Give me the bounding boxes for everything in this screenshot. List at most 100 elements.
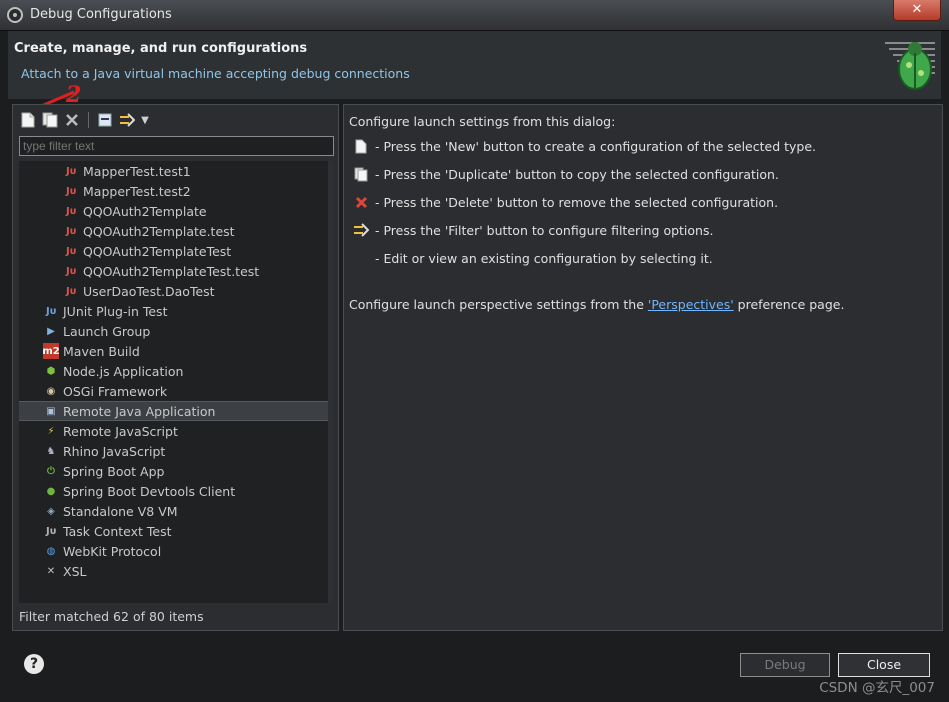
tree-item[interactable]: Jᴜ UserDaoTest.DaoTest: [19, 281, 333, 301]
junit-icon: Jᴜ: [65, 285, 77, 297]
filter-input[interactable]: [19, 136, 334, 156]
help-icon[interactable]: ?: [24, 654, 44, 674]
tree-item[interactable]: ♞ Rhino JavaScript: [19, 441, 333, 461]
duplicate-icon: [42, 112, 58, 128]
filter-icon: [353, 222, 369, 238]
duplicate-icon: [353, 166, 369, 182]
blank-icon-slot: [353, 250, 369, 266]
perspective-suffix: preference page.: [733, 297, 845, 312]
tree-item[interactable]: ◉ OSGi Framework: [19, 381, 333, 401]
duplicate-button[interactable]: [41, 111, 59, 129]
tree-item[interactable]: ⚡ Remote JavaScript: [19, 421, 333, 441]
help-line-new: - Press the 'New' button to create a con…: [353, 136, 816, 156]
debug-button[interactable]: Debug: [740, 653, 830, 677]
watermark: CSDN @玄尺_007: [819, 680, 935, 696]
tree-item[interactable]: Jᴜ MapperTest.test2: [19, 181, 333, 201]
help-line-edit: - Edit or view an existing configuration…: [353, 248, 713, 268]
tree-item-label: Standalone V8 VM: [63, 503, 178, 519]
tree-item-label: Launch Group: [63, 323, 151, 339]
tree-item-label: Rhino JavaScript: [63, 443, 166, 459]
title-bar: Debug Configurations ✕: [0, 0, 949, 31]
help-line-delete: - Press the 'Delete' button to remove th…: [353, 192, 778, 212]
tree-item-label: Remote JavaScript: [63, 423, 178, 439]
dialog-header: Create, manage, and run configurations A…: [8, 31, 941, 99]
tree-item[interactable]: ◍ WebKit Protocol: [19, 541, 333, 561]
tree-item[interactable]: Jᴜ MapperTest.test1: [19, 161, 333, 181]
perspective-settings-text: Configure launch perspective settings fr…: [349, 297, 844, 312]
filter-button[interactable]: [118, 111, 136, 129]
tree-item[interactable]: ✕ XSL: [19, 561, 333, 581]
xsl-icon: ✕: [46, 565, 56, 577]
new-icon: [353, 138, 369, 154]
tree-item[interactable]: Jᴜ JUnit Plug-in Test: [19, 301, 333, 321]
tree-item[interactable]: ⏻ Spring Boot App: [19, 461, 333, 481]
tree-item-label: Task Context Test: [63, 523, 172, 539]
tree-item[interactable]: ▣ Remote Java Application: [19, 401, 328, 421]
v8-icon: ◈: [47, 505, 55, 517]
tree-item-label: WebKit Protocol: [63, 543, 162, 559]
junit-icon: Jᴜ: [65, 165, 77, 177]
help-line-text: - Press the 'Filter' button to configure…: [375, 222, 714, 238]
toolbar-separator: [88, 112, 89, 128]
tree-item-label: Spring Boot Devtools Client: [63, 483, 236, 499]
configuration-help-panel: Configure launch settings from this dial…: [343, 104, 943, 631]
collapse-all-icon: [98, 113, 112, 127]
help-line-text: - Press the 'Duplicate' button to copy t…: [375, 166, 779, 182]
tree-item[interactable]: Jᴜ Task Context Test: [19, 521, 333, 541]
spring-boot-icon: ⏻: [47, 465, 55, 477]
delete-button[interactable]: [63, 111, 81, 129]
tree-item-label: MapperTest.test2: [83, 183, 191, 199]
tree-item[interactable]: Jᴜ QQOAuth2Template.test: [19, 221, 333, 241]
launch-group-icon: ▶: [47, 325, 55, 337]
nodejs-icon: ⬢: [46, 365, 56, 377]
tree-item-label: UserDaoTest.DaoTest: [83, 283, 215, 299]
configuration-list-panel: ▼ JᴜMapperTest.test1JᴜMapperTest.test2Jᴜ…: [12, 104, 339, 631]
view-menu-icon: ▼: [141, 114, 149, 126]
filter-status: Filter matched 62 of 80 items: [19, 609, 204, 624]
junit-icon: Jᴜ: [65, 225, 77, 237]
junit-icon: Jᴜ: [65, 185, 77, 197]
view-menu-button[interactable]: ▼: [140, 111, 150, 129]
help-intro: Configure launch settings from this dial…: [349, 114, 616, 129]
tree-item-label: Remote Java Application: [63, 403, 216, 419]
delete-icon: [353, 194, 369, 210]
tree-item[interactable]: ▶ Launch Group: [19, 321, 333, 341]
tree-item[interactable]: Jᴜ QQOAuth2TemplateTest: [19, 241, 333, 261]
perspective-prefix: Configure launch perspective settings fr…: [349, 297, 648, 312]
help-line-filter: - Press the 'Filter' button to configure…: [353, 220, 713, 240]
debug-bug-icon: [885, 42, 935, 90]
filter-icon: [120, 113, 135, 127]
tree-item-label: MapperTest.test1: [83, 163, 191, 179]
junit-icon: Jᴜ: [65, 245, 77, 257]
perspectives-link[interactable]: 'Perspectives': [648, 297, 734, 312]
window-close-button[interactable]: ✕: [893, 0, 941, 21]
tree-item[interactable]: Jᴜ QQOAuth2Template: [19, 201, 333, 221]
tree-item-label: QQOAuth2TemplateTest.test: [83, 263, 260, 279]
osgi-icon: ◉: [46, 385, 56, 397]
tree-item-label: QQOAuth2Template: [83, 203, 207, 219]
tree-item-label: Maven Build: [63, 343, 140, 359]
header-title: Create, manage, and run configurations: [14, 41, 308, 56]
close-button[interactable]: Close: [838, 653, 930, 677]
window-title: Debug Configurations: [30, 7, 172, 22]
new-configuration-icon: [21, 112, 35, 128]
tree-item[interactable]: ● Spring Boot Devtools Client: [19, 481, 333, 501]
tree-item-label: OSGi Framework: [63, 383, 168, 399]
tree-item[interactable]: ⬢ Node.js Application: [19, 361, 333, 381]
help-line-text: - Edit or view an existing configuration…: [375, 250, 713, 266]
webkit-icon: ◍: [46, 545, 56, 557]
tree-item-label: QQOAuth2TemplateTest: [83, 243, 232, 259]
new-configuration-button[interactable]: [19, 111, 37, 129]
remote-javascript-icon: ⚡: [47, 425, 55, 437]
spring-devtools-icon: ●: [46, 485, 56, 497]
tree-item[interactable]: m2 Maven Build: [19, 341, 333, 361]
tree-item[interactable]: ◈ Standalone V8 VM: [19, 501, 333, 521]
tree-item-label: XSL: [63, 563, 87, 579]
tree-item-label: QQOAuth2Template.test: [83, 223, 235, 239]
maven-icon: m2: [42, 343, 60, 359]
delete-icon: [66, 114, 78, 126]
configuration-tree: Jᴜ MapperTest.test1 Jᴜ MapperTest.test2 Jᴜ QQ…: [19, 161, 333, 603]
tree-item[interactable]: Jᴜ QQOAuth2TemplateTest.test: [19, 261, 333, 281]
configuration-toolbar: ▼: [19, 109, 150, 131]
collapse-all-button[interactable]: [96, 111, 114, 129]
